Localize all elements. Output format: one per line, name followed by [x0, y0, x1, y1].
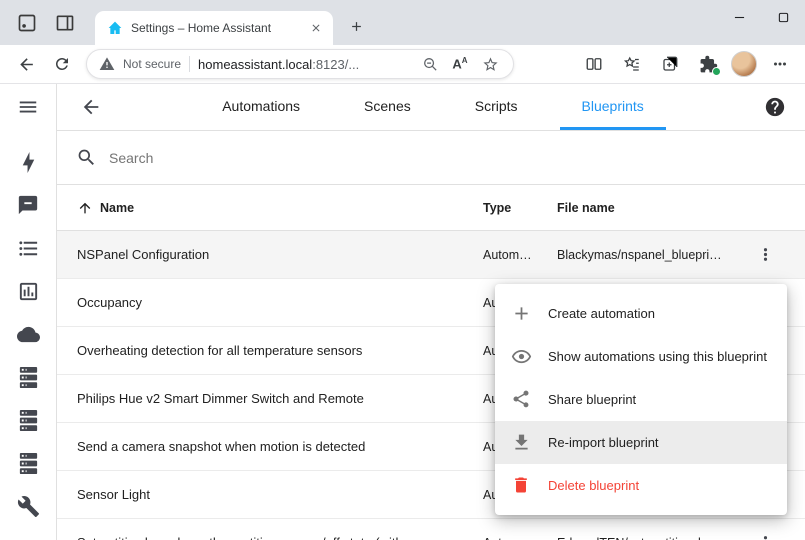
- sidebar: [0, 84, 57, 540]
- browser-tab[interactable]: Settings – Home Assistant: [95, 11, 333, 45]
- maximize-icon[interactable]: [761, 0, 805, 34]
- share-icon: [511, 389, 532, 410]
- menu-item-label: Show automations using this blueprint: [548, 349, 767, 364]
- workspaces-icon[interactable]: [14, 10, 40, 36]
- trash-icon: [511, 475, 532, 496]
- row-name: Send a camera snapshot when motion is de…: [57, 423, 483, 471]
- tab-scenes[interactable]: Scenes: [342, 84, 433, 130]
- search-placeholder: Search: [109, 150, 153, 166]
- url-text: homeassistant.local:8123/...: [198, 57, 359, 72]
- download-icon: [511, 432, 532, 453]
- menu-item-delete-blueprint[interactable]: Delete blueprint: [495, 464, 787, 507]
- row-file: EdwardTEN/set_entities_bas…: [557, 536, 725, 540]
- row-name: Overheating detection for all temperatur…: [57, 327, 483, 375]
- ha-header: Automations Scenes Scripts Blueprints: [57, 84, 805, 131]
- favorite-star-icon[interactable]: [479, 53, 501, 75]
- row-name: Set entities based on other entities new…: [57, 519, 483, 540]
- back-icon[interactable]: [10, 48, 42, 80]
- tab-title: Settings – Home Assistant: [131, 21, 299, 35]
- tab-actions-icon[interactable]: [52, 10, 78, 36]
- row-type: Autom…: [483, 536, 557, 540]
- server-icon[interactable]: [15, 365, 41, 389]
- row-name: Occupancy: [57, 279, 483, 327]
- menu-item-show-automations[interactable]: Show automations using this blueprint: [495, 335, 787, 378]
- menu-item-label: Re-import blueprint: [548, 435, 659, 450]
- refresh-icon[interactable]: [46, 48, 78, 80]
- server-icon[interactable]: [15, 451, 41, 475]
- table-row[interactable]: NSPanel Configuration Autom… Blackymas/n…: [57, 231, 805, 279]
- window-controls: [717, 0, 805, 34]
- tab-automations[interactable]: Automations: [200, 84, 322, 130]
- split-screen-icon[interactable]: [579, 49, 609, 79]
- search-input[interactable]: Search: [57, 131, 805, 185]
- menu-item-reimport-blueprint[interactable]: Re-import blueprint: [495, 421, 787, 464]
- collections-icon[interactable]: [655, 49, 685, 79]
- blueprint-context-menu: Create automation Show automations using…: [495, 284, 787, 515]
- list-icon[interactable]: [15, 236, 41, 260]
- ha-tab-bar: Automations Scenes Scripts Blueprints: [103, 84, 763, 130]
- row-name: Philips Hue v2 Smart Dimmer Switch and R…: [57, 375, 483, 423]
- minimize-icon[interactable]: [717, 0, 761, 34]
- menu-icon[interactable]: [15, 95, 41, 119]
- browser-tab-strip: Settings – Home Assistant: [0, 0, 805, 45]
- close-icon[interactable]: [307, 19, 325, 37]
- zoom-out-icon[interactable]: [419, 53, 441, 75]
- help-circle-icon[interactable]: [763, 95, 787, 119]
- message-icon[interactable]: [15, 193, 41, 217]
- menu-item-share-blueprint[interactable]: Share blueprint: [495, 378, 787, 421]
- chart-icon[interactable]: [15, 279, 41, 303]
- column-type[interactable]: Type: [483, 201, 557, 215]
- read-aloud-icon[interactable]: AA: [449, 53, 471, 75]
- extensions-icon[interactable]: [693, 49, 723, 79]
- arrow-up-icon: [77, 200, 93, 216]
- lightning-icon[interactable]: [15, 150, 41, 174]
- profile-avatar[interactable]: [731, 51, 757, 77]
- row-name: NSPanel Configuration: [57, 231, 483, 279]
- warning-triangle-icon: [99, 56, 115, 72]
- more-menu-icon[interactable]: [765, 49, 795, 79]
- home-assistant-favicon: [107, 20, 123, 36]
- new-tab-button[interactable]: [344, 14, 368, 38]
- row-file: Blackymas/nspanel_blueprin…: [557, 248, 725, 262]
- tab-blueprints[interactable]: Blueprints: [560, 84, 666, 130]
- server-icon[interactable]: [15, 408, 41, 432]
- row-name: Sensor Light: [57, 471, 483, 519]
- table-header: Name Type File name: [57, 185, 805, 231]
- security-label: Not secure: [123, 57, 181, 71]
- plus-icon: [511, 303, 532, 324]
- tab-scripts[interactable]: Scripts: [453, 84, 540, 130]
- column-name[interactable]: Name: [57, 200, 483, 216]
- eye-icon: [511, 346, 532, 367]
- menu-item-label: Delete blueprint: [548, 478, 639, 493]
- search-icon: [76, 147, 97, 168]
- row-overflow-icon[interactable]: [750, 528, 780, 540]
- menu-item-label: Create automation: [548, 306, 655, 321]
- column-file-name[interactable]: File name: [557, 201, 725, 215]
- address-bar[interactable]: Not secure homeassistant.local:8123/... …: [86, 49, 514, 79]
- arrow-left-icon[interactable]: [79, 95, 103, 119]
- wrench-icon[interactable]: [15, 494, 41, 518]
- table-row[interactable]: Set entities based on other entities new…: [57, 519, 805, 540]
- address-divider: [189, 56, 190, 72]
- menu-item-create-automation[interactable]: Create automation: [495, 292, 787, 335]
- row-overflow-icon[interactable]: [750, 240, 780, 270]
- cloud-icon[interactable]: [15, 322, 41, 346]
- row-type: Autom…: [483, 248, 557, 262]
- status-dot: [712, 67, 721, 76]
- browser-toolbar: Not secure homeassistant.local:8123/... …: [0, 45, 805, 84]
- menu-item-label: Share blueprint: [548, 392, 636, 407]
- favorites-icon[interactable]: [617, 49, 647, 79]
